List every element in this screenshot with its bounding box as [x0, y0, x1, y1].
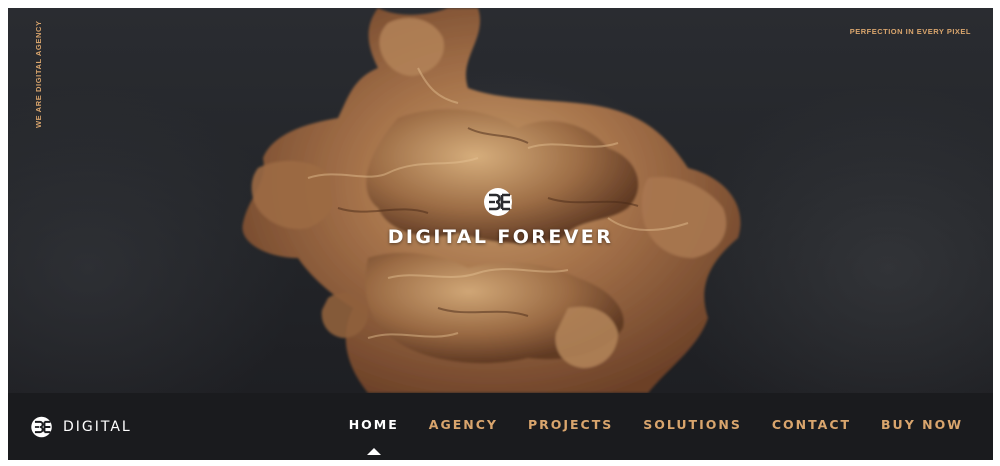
- nav-item-solutions[interactable]: SOLUTIONS: [643, 417, 742, 432]
- nav-item-home[interactable]: HOME: [349, 417, 399, 455]
- page-frame: WE ARE DIGITAL AGENCY PERFECTION IN EVER…: [8, 8, 993, 460]
- be-logo-icon: [484, 188, 512, 216]
- nav-item-projects[interactable]: PROJECTS: [528, 417, 613, 432]
- hero-title: DIGITAL FOREVER: [387, 226, 614, 248]
- be-logo-icon: [31, 416, 52, 438]
- side-vertical-text: WE ARE DIGITAL AGENCY: [34, 20, 43, 128]
- nav-item-agency[interactable]: AGENCY: [429, 417, 498, 432]
- hero-tagline: PERFECTION IN EVERY PIXEL: [849, 27, 971, 36]
- hero-section: WE ARE DIGITAL AGENCY PERFECTION IN EVER…: [8, 8, 993, 393]
- nav-item-contact[interactable]: CONTACT: [772, 417, 851, 432]
- nav-item-buy-now[interactable]: BUY NOW: [881, 417, 963, 432]
- nav-menu: HOME AGENCY PROJECTS SOLUTIONS CONTACT B…: [319, 417, 963, 455]
- brand-name: DIGITAL: [63, 419, 132, 435]
- main-navbar: DIGITAL HOME AGENCY PROJECTS SOLUTIONS C…: [8, 393, 993, 460]
- brand-link[interactable]: DIGITAL: [30, 415, 132, 439]
